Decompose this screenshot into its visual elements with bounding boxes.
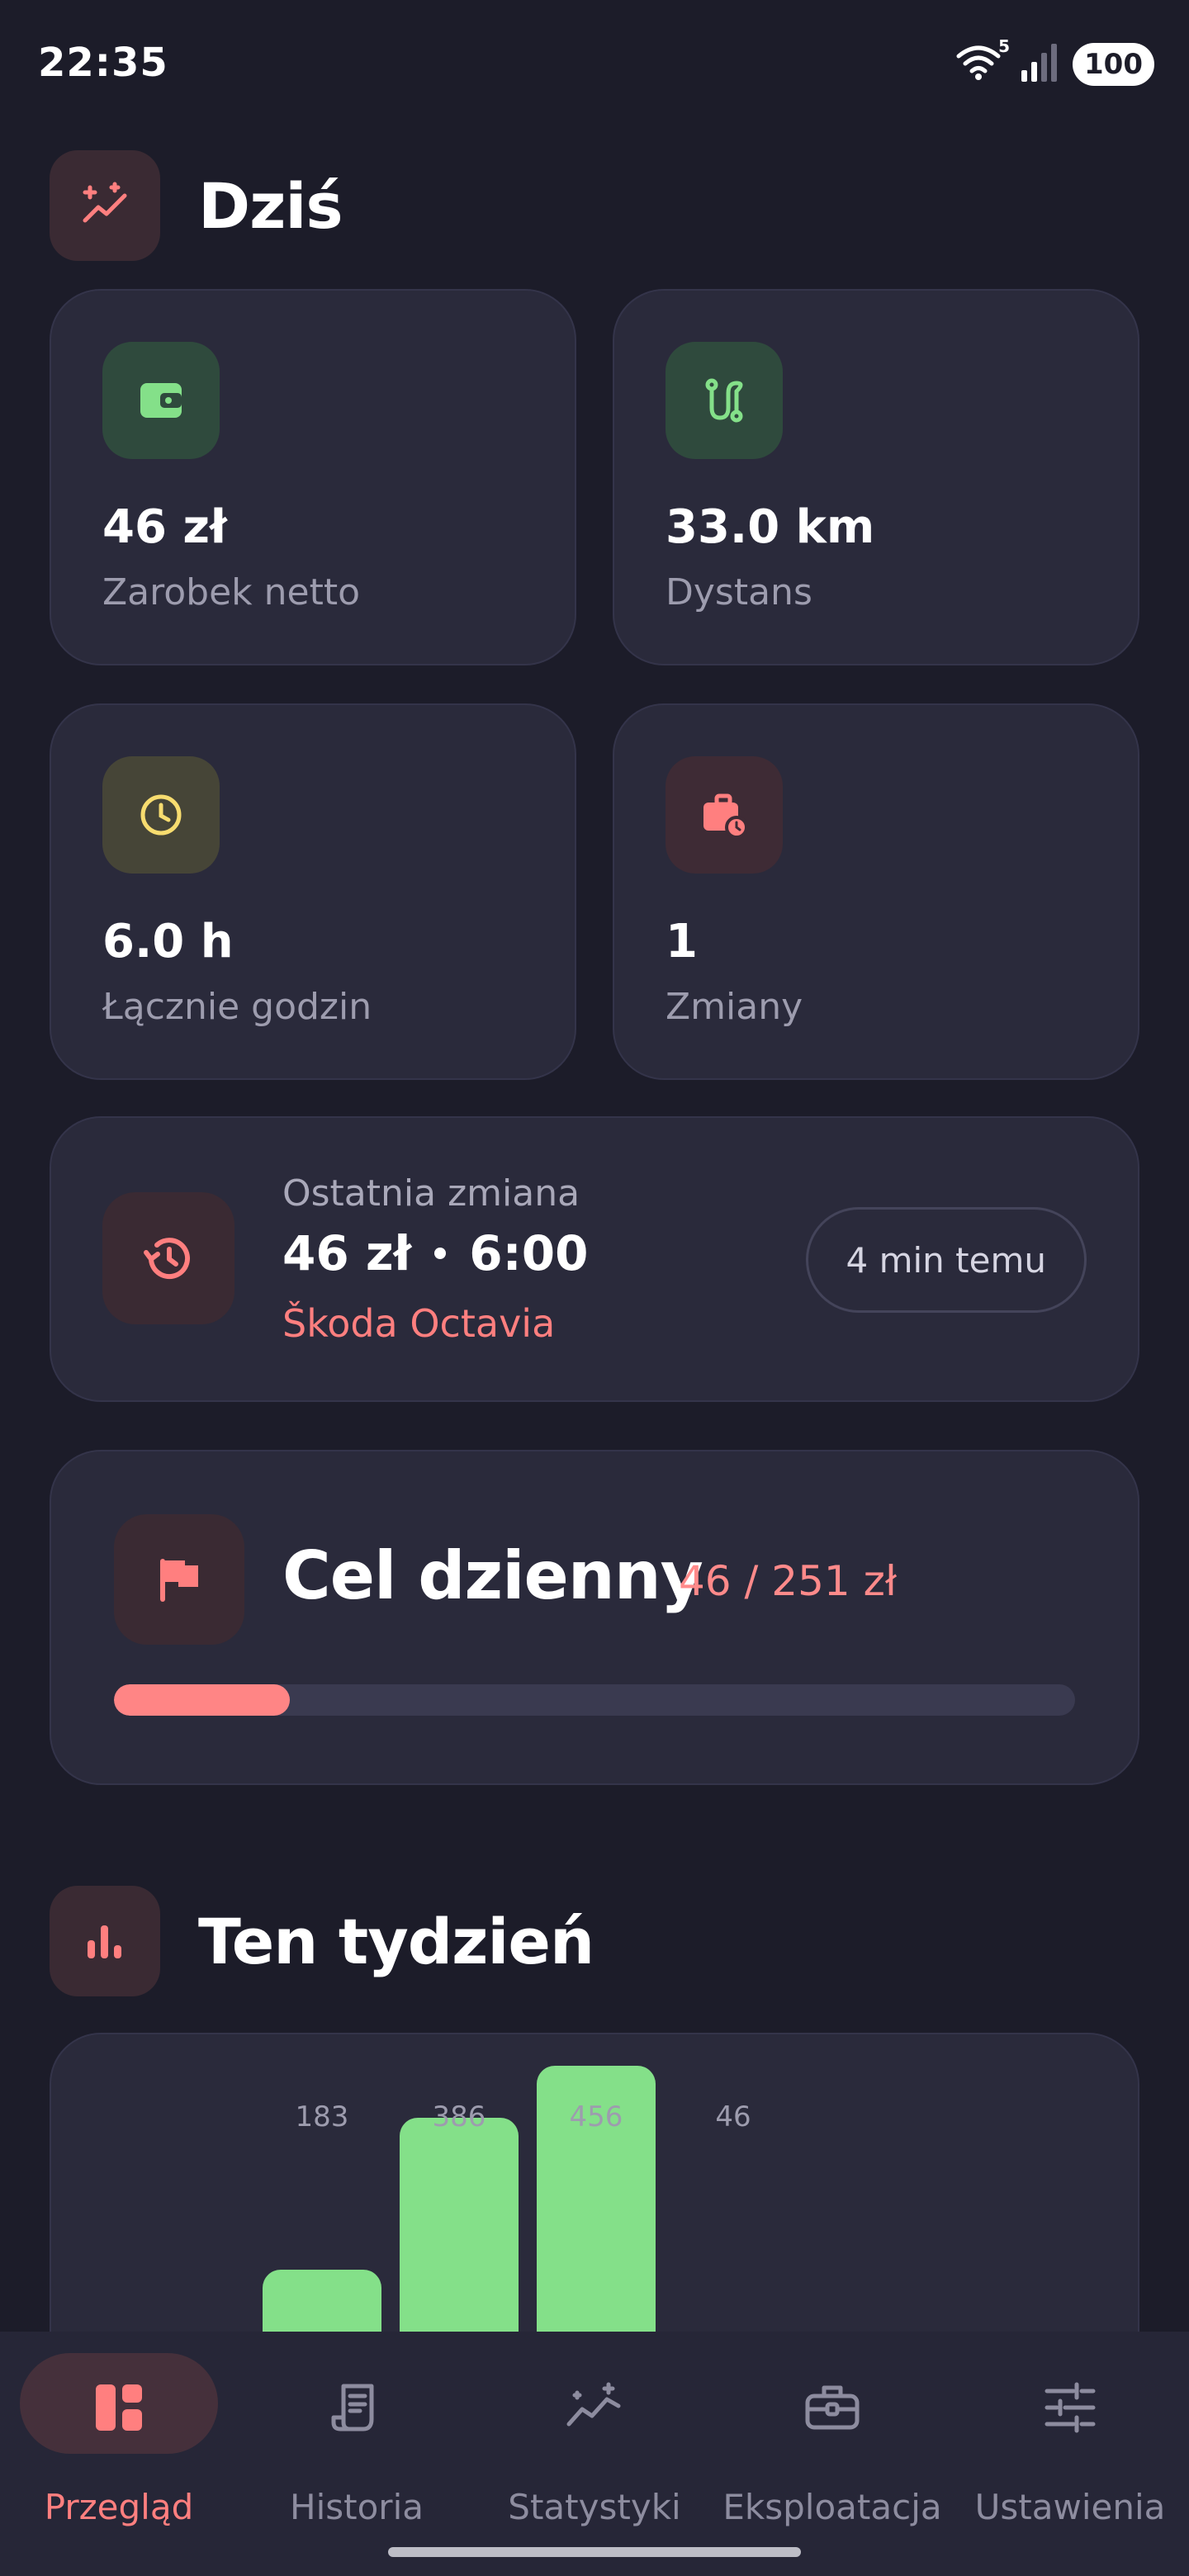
distance-value: 33.0 km — [666, 500, 875, 554]
stat-card-distance[interactable]: 33.0 km Dystans — [613, 289, 1139, 665]
last-shift-label: Ostatnia zmiana — [282, 1172, 580, 1215]
sliders-icon — [1037, 2375, 1103, 2441]
shifts-label: Zmiany — [666, 986, 803, 1028]
bar-chart-icon — [50, 1886, 160, 1996]
last-shift-vehicle: Škoda Octavia — [282, 1301, 556, 1346]
sparkle-chart-icon — [50, 150, 160, 261]
wallet-icon — [102, 342, 220, 459]
status-time: 22:35 — [38, 40, 168, 86]
wifi-badge: 5 — [998, 36, 1011, 56]
daily-goal-progress-track — [114, 1684, 1075, 1716]
nav-item-ustawienia[interactable]: Ustawienia — [951, 2332, 1189, 2576]
status-icons: 5 100 — [955, 36, 1154, 86]
daily-goal-progress-fill — [114, 1684, 290, 1716]
earnings-value: 46 zł — [102, 500, 227, 554]
daily-goal-card[interactable]: Cel dzienny 46 / 251 zł — [50, 1450, 1139, 1785]
last-shift-amount: 46 zł — [282, 1225, 412, 1281]
wifi-icon: 5 — [955, 36, 1010, 86]
chart-bar-value-label: 46 — [715, 2100, 751, 2133]
nav-item-przeglad[interactable]: Przegląd — [0, 2332, 238, 2576]
stat-card-shifts[interactable]: 1 Zmiany — [613, 703, 1139, 1080]
nav-item-eksploatacja[interactable]: Eksploatacja — [713, 2332, 951, 2576]
last-shift-duration: 6:00 — [469, 1225, 589, 1281]
daily-goal-title: Cel dzienny — [282, 1537, 703, 1614]
distance-label: Dystans — [666, 571, 812, 613]
earnings-label: Zarobek netto — [102, 571, 360, 613]
last-shift-time-chip: 4 min temu — [805, 1207, 1087, 1313]
stat-card-earnings[interactable]: 46 zł Zarobek netto — [50, 289, 576, 665]
separator-dot — [434, 1248, 447, 1259]
battery-indicator: 100 — [1073, 43, 1154, 86]
nav-label-historia: Historia — [290, 2487, 424, 2527]
last-shift-summary: 46 zł 6:00 — [282, 1225, 588, 1281]
week-title: Ten tydzień — [198, 1904, 594, 1978]
status-bar: 22:35 5 100 — [0, 0, 1189, 132]
toolbox-icon — [799, 2375, 865, 2441]
today-title: Dziś — [198, 168, 343, 243]
shifts-value: 1 — [666, 915, 698, 968]
screen: 22:35 5 100 Dziś 46 zł Zarobek netto 33.… — [0, 0, 1189, 2576]
clock-icon — [102, 756, 220, 874]
nav-item-statystyki[interactable]: Statystyki — [476, 2332, 713, 2576]
nav-item-historia[interactable]: Historia — [238, 2332, 476, 2576]
nav-label-statystyki: Statystyki — [508, 2487, 681, 2527]
chart-bar-value-label: 183 — [295, 2100, 349, 2133]
chart-bar-value-label: 386 — [432, 2100, 486, 2133]
history-icon — [102, 1192, 234, 1324]
home-indicator[interactable] — [388, 2547, 801, 2557]
stats-icon — [561, 2375, 628, 2441]
hours-label: Łącznie godzin — [102, 986, 372, 1028]
dashboard-icon — [86, 2375, 152, 2441]
nav-label-eksploatacja: Eksploatacja — [722, 2487, 942, 2527]
hours-value: 6.0 h — [102, 915, 234, 968]
last-shift-card[interactable]: Ostatnia zmiana 46 zł 6:00 Škoda Octavia… — [50, 1116, 1139, 1402]
bottom-nav: Przegląd Historia Statystyki Eksploatacj… — [0, 2332, 1189, 2576]
chart-bar-value-label: 456 — [569, 2100, 623, 2133]
route-icon — [666, 342, 783, 459]
signal-icon — [1021, 44, 1058, 85]
flag-icon — [114, 1514, 244, 1645]
stat-card-hours[interactable]: 6.0 h Łącznie godzin — [50, 703, 576, 1080]
daily-goal-amount: 46 / 251 zł — [679, 1557, 898, 1605]
week-header: Ten tydzień — [50, 1886, 594, 1996]
briefcase-clock-icon — [666, 756, 783, 874]
receipt-icon — [324, 2375, 390, 2441]
nav-label-przeglad: Przegląd — [44, 2487, 194, 2527]
nav-label-ustawienia: Ustawienia — [974, 2487, 1166, 2527]
today-header: Dziś — [50, 150, 343, 261]
